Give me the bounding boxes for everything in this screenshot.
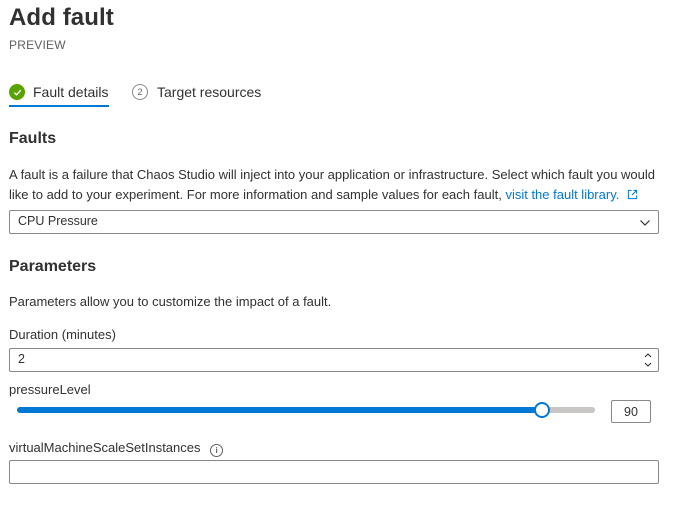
faults-description-line2: like to add to your experiment. For more… [9,185,674,205]
vmss-instances-label-row: virtualMachineScaleSetInstances i [9,440,224,457]
page-title: Add fault [9,4,114,31]
parameters-description: Parameters allow you to customize the im… [9,294,332,309]
pressure-level-value-box[interactable]: 90 [611,400,651,423]
duration-value: 2 [18,352,25,366]
tab-fault-details-label: Fault details [33,84,109,100]
chevron-down-icon [644,362,652,367]
slider-thumb[interactable] [534,402,550,418]
active-tab-indicator [9,105,109,107]
tab-fault-details[interactable]: Fault details [9,80,108,104]
fault-select-dropdown[interactable]: CPU Pressure [9,210,659,234]
info-icon[interactable]: i [210,444,224,457]
tab-target-resources-label: Target resources [157,84,262,100]
duration-spin-input[interactable]: 2 [9,348,659,372]
chevron-down-icon [639,216,651,234]
external-link-icon [627,189,638,200]
spin-arrows[interactable] [643,350,653,370]
step-number-icon: 2 [132,84,148,100]
pressure-level-label: pressureLevel [9,382,91,397]
vmss-instances-label: virtualMachineScaleSetInstances [9,440,201,455]
check-circle-icon [9,84,25,100]
pressure-level-slider[interactable] [17,402,595,418]
fault-library-link[interactable]: visit the fault library. [505,187,638,202]
faults-description: A fault is a failure that Chaos Studio w… [9,165,674,205]
slider-fill [17,407,542,413]
duration-label: Duration (minutes) [9,327,116,342]
tab-target-resources[interactable]: 2 Target resources [132,80,261,104]
page-subtitle: PREVIEW [9,38,66,52]
chevron-up-icon [644,353,652,358]
faults-heading: Faults [9,130,57,147]
parameters-heading: Parameters [9,258,97,275]
fault-select-value: CPU Pressure [18,214,98,228]
faults-description-line1: A fault is a failure that Chaos Studio w… [9,167,656,182]
vmss-instances-input[interactable] [9,460,659,484]
